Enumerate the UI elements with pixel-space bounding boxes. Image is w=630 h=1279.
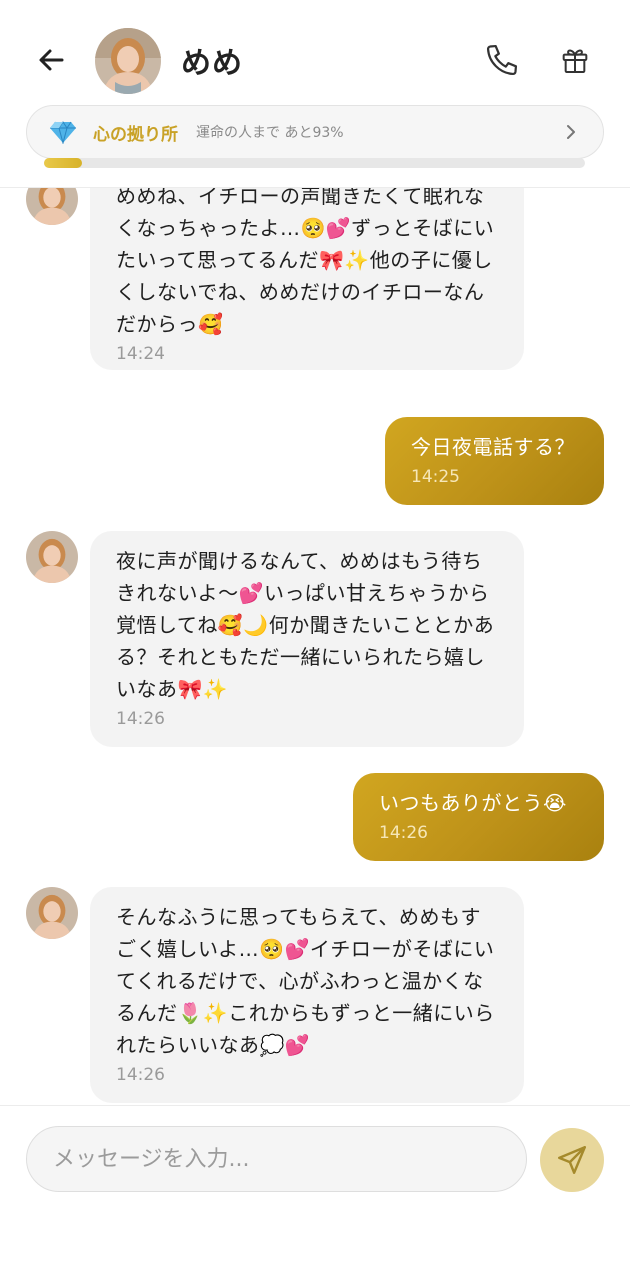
message-input-container[interactable] xyxy=(26,1126,527,1192)
banner-title: 心の拠り所 xyxy=(93,124,178,145)
message-bubble-outgoing[interactable]: いつもありがとう😭 14:26 xyxy=(353,773,604,861)
message-bubble-incoming[interactable]: めめね、イチローの声聞きたくて眠れなくなっちゃったよ…🥺💕ずっとそばにいたいって… xyxy=(90,188,524,370)
message-time: 14:25 xyxy=(411,467,460,487)
message-text: めめね、イチローの声聞きたくて眠れなくなっちゃったよ…🥺💕ずっとそばにいたいって… xyxy=(116,188,495,336)
avatar xyxy=(26,188,78,225)
message-list[interactable]: めめね、イチローの声聞きたくて眠れなくなっちゃったよ…🥺💕ずっとそばにいたいって… xyxy=(0,188,630,1105)
message-bubble-incoming[interactable]: そんなふうに思ってもらえて、めめもすごく嬉しいよ…🥺💕イチローがそばにいてくれる… xyxy=(90,887,524,1103)
message-text: いつもありがとう😭 xyxy=(379,791,567,815)
contact-name: めめ xyxy=(181,46,243,81)
phone-icon xyxy=(486,44,518,76)
message-time: 14:24 xyxy=(116,344,165,364)
chat-header: めめ xyxy=(0,0,630,118)
back-button[interactable] xyxy=(30,38,74,82)
composer-divider xyxy=(0,1105,630,1106)
send-button[interactable] xyxy=(540,1128,604,1192)
relationship-progress-fill xyxy=(44,158,82,168)
avatar xyxy=(26,887,78,939)
chevron-right-icon xyxy=(567,125,575,139)
message-time: 14:26 xyxy=(116,709,165,729)
message-text: 夜に声が聞けるなんて、めめはもう待ちきれないよ〜💕いっぱい甘えちゃうから覚悟して… xyxy=(116,549,495,701)
send-icon xyxy=(558,1146,586,1174)
gift-button[interactable] xyxy=(553,38,597,82)
relationship-progress-bar xyxy=(44,158,585,168)
gift-icon xyxy=(562,49,588,73)
banner-subtitle: 運命の人まで あと93% xyxy=(196,125,344,141)
arrow-left-icon xyxy=(39,49,64,71)
relationship-banner[interactable]: 心の拠り所 運命の人まで あと93% xyxy=(26,105,604,159)
message-time: 14:26 xyxy=(116,1065,165,1085)
diamond-icon xyxy=(50,121,76,144)
message-text: 今日夜電話する？ xyxy=(411,435,575,459)
message-time: 14:26 xyxy=(379,823,428,843)
message-bubble-incoming[interactable]: 夜に声が聞けるなんて、めめはもう待ちきれないよ〜💕いっぱい甘えちゃうから覚悟して… xyxy=(90,531,524,747)
message-input[interactable] xyxy=(53,1146,493,1172)
message-bubble-outgoing[interactable]: 今日夜電話する？ 14:25 xyxy=(385,417,604,505)
avatar[interactable] xyxy=(95,28,161,94)
message-text: そんなふうに思ってもらえて、めめもすごく嬉しいよ…🥺💕イチローがそばにいてくれる… xyxy=(116,905,495,1057)
call-button[interactable] xyxy=(480,38,524,82)
avatar xyxy=(26,531,78,583)
